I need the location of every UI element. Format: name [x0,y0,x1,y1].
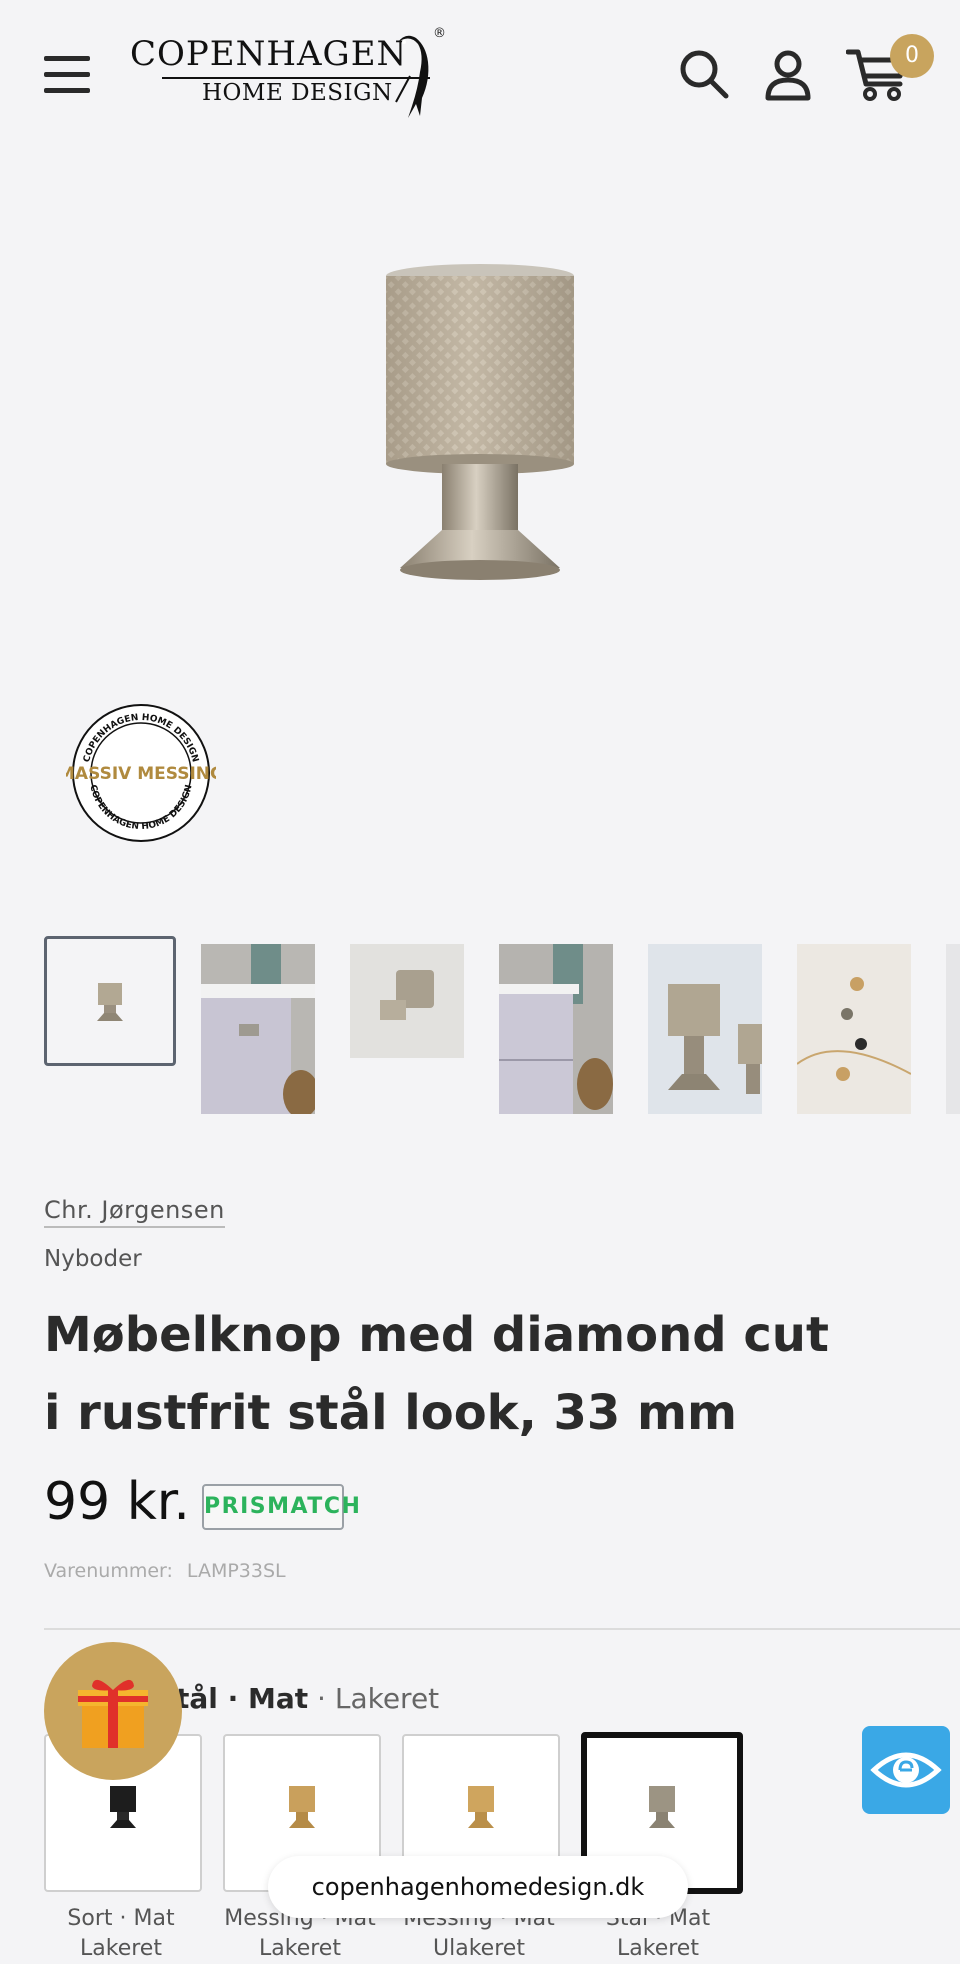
product-price: 99 kr. [44,1472,190,1532]
search-icon[interactable] [676,46,732,102]
accessibility-eye-button[interactable] [862,1726,950,1814]
thumbnail-strip [44,936,960,1116]
eye-icon [870,1752,942,1788]
thumbnail-3[interactable] [350,944,464,1058]
vendor-link[interactable]: Chr. Jørgensen [44,1196,225,1228]
thumbnail-6[interactable] [797,944,911,1114]
site-header: COPENHAGEN HOME DESIGN ® 0 [0,0,960,150]
variant-label-selected: tål · Mat [176,1682,309,1715]
gift-icon [78,1679,148,1748]
swatch-caption-2-line2: Lakeret [259,1936,341,1961]
sku-value: LAMP33SL [186,1560,286,1582]
cart-count-badge: 0 [890,34,934,78]
variant-label: tål · Mat · Lakeret [176,1682,439,1715]
logo-text-line1: COPENHAGEN [130,34,408,74]
product-main-image[interactable] [370,260,590,590]
account-icon[interactable] [760,46,816,102]
swatch-caption-1: Sort · Mat Lakeret [41,1904,201,1964]
thumbnail-1[interactable] [44,936,176,1066]
site-logo[interactable]: COPENHAGEN HOME DESIGN ® [128,24,458,124]
sku-row: Varenummer: LAMP33SL [44,1560,286,1582]
swallow-logo-icon [395,35,429,118]
section-divider [44,1628,960,1630]
sku-label: Varenummer: [44,1560,173,1582]
swatch-caption-1-line1: Sort · Mat [67,1906,175,1931]
collection-name: Nyboder [44,1246,142,1272]
swatch-caption-3-line2: Ulakeret [433,1936,525,1961]
thumbnail-5[interactable] [648,944,762,1114]
product-title: Møbelknop med diamond cut i rustfrit stå… [44,1307,829,1441]
logo-text-line2: HOME DESIGN [202,80,393,106]
thumbnail-4[interactable] [499,944,613,1114]
browser-url-bar[interactable]: copenhagenhomedesign.dk [268,1856,688,1918]
swatch-caption-1-line2: Lakeret [80,1936,162,1961]
seal-center-text: MASSIV MESSING [66,764,216,784]
gift-button[interactable] [44,1642,182,1780]
menu-icon[interactable] [44,56,90,94]
thumbnail-2[interactable] [201,944,315,1114]
swatch-caption-4-line2: Lakeret [617,1936,699,1961]
massiv-messing-seal: COPENHAGEN HOME DESIGN MASSIV MESSING CO… [58,698,224,848]
variant-label-finish: · Lakeret [308,1682,440,1715]
prismatch-badge[interactable]: PRISMATCH [202,1484,360,1530]
thumbnail-7[interactable] [946,944,960,1114]
